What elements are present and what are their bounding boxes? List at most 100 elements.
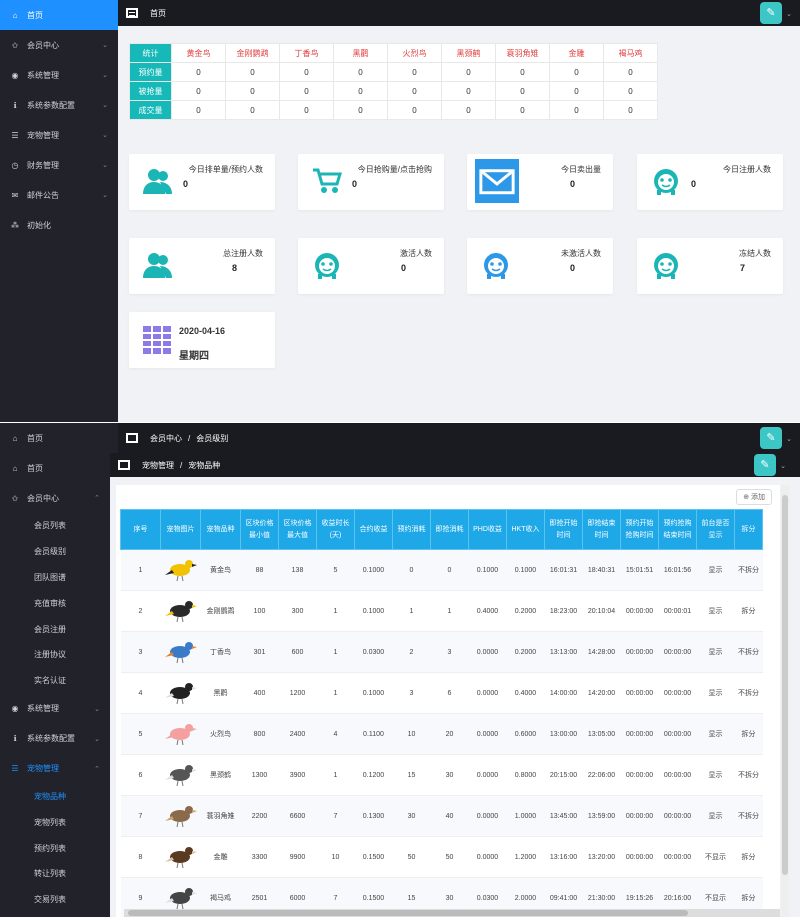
sidebar-item-8[interactable]: 实名认证 (0, 668, 110, 694)
sidebar-item-1[interactable]: ✩ 会员中心 ⌃ (0, 483, 110, 513)
chevron-down-icon[interactable]: ⌄ (786, 10, 792, 18)
table-cell[interactable]: 不显示 (696, 836, 735, 878)
sidebar-item-13[interactable]: 宠物列表 (0, 809, 110, 835)
stats-cell: 0 (549, 62, 604, 82)
chevron-down-icon: ⌄ (102, 162, 108, 169)
chevron-down-icon[interactable]: ⌄ (786, 435, 792, 443)
stats-cell: 0 (549, 81, 604, 101)
sidebar-item-label: 首页 (27, 463, 43, 473)
sidebar-item-17[interactable]: 邀请列表 (0, 913, 110, 917)
sidebar-item-5[interactable]: 充值审核 (0, 590, 110, 616)
table-cell[interactable]: 拆分 (734, 590, 763, 632)
sidebar-item-6[interactable]: 会员注册 (0, 616, 110, 642)
sidebar-item-0[interactable]: ⌂ 首页 (0, 0, 118, 30)
vertical-scrollbar[interactable] (781, 485, 789, 917)
sidebar-item-4[interactable]: 团队图谱 (0, 565, 110, 591)
column-header: 即抢消耗 (430, 509, 469, 550)
bird-image (164, 560, 197, 582)
table-cell[interactable]: 显示 (696, 795, 735, 837)
table-cell[interactable]: 不拆分 (734, 549, 763, 591)
sidebar-item-9[interactable]: ◉ 系统管理 ⌄ (0, 694, 110, 724)
sidebar-item-12[interactable]: 宠物品种 (0, 784, 110, 810)
breadcrumb-root[interactable]: 宠物管理 (142, 460, 174, 471)
table-cell: 300 (278, 590, 317, 632)
sidebar-item-4[interactable]: ☰ 宠物管理 ⌄ (0, 120, 118, 150)
table-cell[interactable]: 不拆分 (734, 672, 763, 714)
table-cell[interactable]: 显示 (696, 631, 735, 673)
horizontal-scrollbar[interactable] (124, 909, 780, 917)
table-cell: 0.1100 (354, 713, 393, 755)
stat-card: 今日注册人数 0 (637, 154, 783, 210)
stats-cell: 0 (441, 100, 496, 120)
sidebar-item-11[interactable]: ☰ 宠物管理 ⌃ (0, 754, 110, 784)
stat-card-label: 今日卖出量 (561, 165, 601, 174)
table-cell[interactable]: 不拆分 (734, 754, 763, 796)
sidebar-item-7[interactable]: 注册协议 (0, 642, 110, 668)
stats-cell: 0 (279, 62, 334, 82)
table-cell[interactable]: 显示 (696, 713, 735, 755)
sidebar-item-label: 会员注册 (34, 624, 66, 634)
table-cell: 14:28:00 (582, 631, 621, 673)
sidebar-item-14[interactable]: 预约列表 (0, 835, 110, 861)
avatar[interactable]: ✎ (760, 427, 782, 449)
sidebar-item-16[interactable]: 交易列表 (0, 887, 110, 913)
table-cell[interactable]: 显示 (696, 754, 735, 796)
stats-cell: 0 (495, 81, 550, 101)
sidebar-item-7[interactable]: ⁂ 初始化 (0, 210, 118, 240)
sidebar-item-6[interactable]: ✉ 邮件公告 ⌄ (0, 180, 118, 210)
table-cell: 00:00:00 (620, 836, 659, 878)
stats-cell: 0 (495, 100, 550, 120)
add-button[interactable]: ⊕ 添加 (736, 489, 772, 505)
chevron-down-icon[interactable]: ⌄ (780, 462, 786, 470)
sidebar-item-2[interactable]: 会员列表 (0, 513, 110, 539)
stats-table: 统计 黄金鸟 金刚鹦鹉 丁香鸟 黑鹳 火烈鸟 黑颈鹤 蓑羽角雉 金雕 褐马鸡 预约量 0 0 0 0 0 0 0 0… (129, 43, 658, 120)
sidebar-item-5[interactable]: ◷ 财务管理 ⌄ (0, 150, 118, 180)
table-cell: 0.4000 (506, 672, 545, 714)
table-cell[interactable]: 不拆分 (734, 631, 763, 673)
table-cell: 00:00:00 (620, 631, 659, 673)
table-cell: 1 (392, 590, 431, 632)
stat-card-value: 0 (352, 179, 358, 189)
column-header: PHD收益 (468, 509, 507, 550)
table-cell[interactable]: 显示 (696, 672, 735, 714)
pet-image-cell (160, 672, 201, 714)
table-cell[interactable]: 显示 (696, 549, 735, 591)
sidebar-item-2[interactable]: ◉ 系统管理 ⌄ (0, 60, 118, 90)
sidebar-item-3[interactable]: ℹ 系统参数配置 ⌄ (0, 90, 118, 120)
sidebar-item-10[interactable]: ℹ 系统参数配置 ⌄ (0, 724, 110, 754)
sidebar-item-0[interactable]: ⌂ 首页 (0, 453, 110, 483)
pet-image-cell (160, 631, 201, 673)
avatar[interactable]: ✎ (760, 2, 782, 24)
column-header: 前台是否显示 (696, 509, 735, 550)
avatar[interactable]: ✎ (754, 454, 776, 476)
face-icon (651, 250, 681, 280)
sidebar-item-3[interactable]: 会员级别 (0, 539, 110, 565)
sidebar-item-label: 初始化 (27, 220, 51, 230)
stats-header-row: 统计 黄金鸟 金刚鹦鹉 丁香鸟 黑鹳 火烈鸟 黑颈鹤 蓑羽角雉 金雕 褐马鸡 (129, 43, 658, 63)
table-cell: 16:01:31 (544, 549, 583, 591)
sidebar-item-15[interactable]: 转让列表 (0, 861, 110, 887)
table-cell: 黄金鸟 (200, 549, 241, 591)
table-cell: 40 (430, 795, 469, 837)
table-cell[interactable]: 拆分 (734, 713, 763, 755)
sidebar-item-1[interactable]: ✩ 会员中心 ⌄ (0, 30, 118, 60)
stats-cell: 0 (333, 81, 388, 101)
table-cell: 0.8000 (506, 754, 545, 796)
sidebar-item-label: 实名认证 (34, 676, 66, 686)
table-cell[interactable]: 拆分 (734, 836, 763, 878)
table-cell: 0.0000 (468, 836, 507, 878)
table-cell: 0.1500 (354, 836, 393, 878)
menu-toggle-icon[interactable] (126, 8, 138, 18)
stats-cell: 0 (549, 100, 604, 120)
breadcrumb-root[interactable]: 会员中心 (150, 433, 182, 444)
stats-row-label: 成交量 (129, 100, 172, 120)
table-cell[interactable]: 显示 (696, 590, 735, 632)
table-cell: 00:00:00 (620, 590, 659, 632)
table-cell: 13:20:00 (582, 836, 621, 878)
sidebar-item-label: 团队图谱 (34, 572, 66, 582)
stats-cell: 0 (279, 100, 334, 120)
menu-toggle-icon[interactable] (126, 433, 138, 443)
table-cell[interactable]: 不拆分 (734, 795, 763, 837)
menu-toggle-icon[interactable] (118, 460, 130, 470)
table-cell: 00:00:00 (620, 754, 659, 796)
